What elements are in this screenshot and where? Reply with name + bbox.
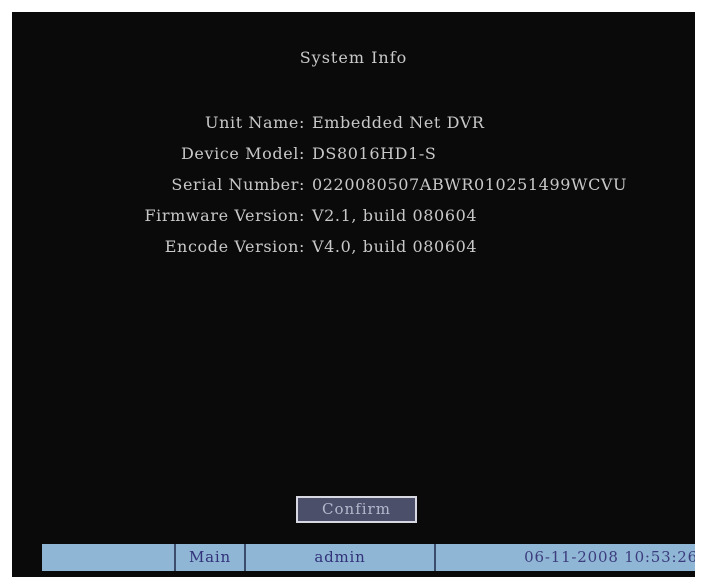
serial-number-value: 0220080507ABWR010251499WCVU [312,175,628,194]
firmware-version-label: Firmware Version: [144,206,305,225]
device-model-value: DS8016HD1-S [312,144,437,163]
page-title: System Info [299,48,408,67]
confirm-button[interactable]: Confirm [296,496,417,523]
info-row-unit-name: Unit Name: Embedded Net DVR [12,107,695,138]
unit-name-value: Embedded Net DVR [312,113,485,132]
status-bar: Main admin 06-11-2008 10:53:26 [42,544,695,571]
system-info-screen: System Info Unit Name: Embedded Net DVR … [12,12,695,577]
serial-number-label: Serial Number: [171,175,305,194]
status-bar-user: admin [244,544,434,571]
info-row-serial-number: Serial Number: 0220080507ABWR010251499WC… [12,169,695,200]
info-list: Unit Name: Embedded Net DVR Device Model… [12,107,695,262]
status-bar-blank-segment [42,544,174,571]
unit-name-label: Unit Name: [205,113,305,132]
status-bar-menu: Main [174,544,244,571]
info-row-encode-version: Encode Version: V4.0, build 080604 [12,231,695,262]
encode-version-value: V4.0, build 080604 [312,237,478,256]
status-bar-datetime: 06-11-2008 10:53:26 [434,544,695,571]
info-row-device-model: Device Model: DS8016HD1-S [12,138,695,169]
device-model-label: Device Model: [180,144,305,163]
encode-version-label: Encode Version: [164,237,305,256]
firmware-version-value: V2.1, build 080604 [312,206,478,225]
info-row-firmware-version: Firmware Version: V2.1, build 080604 [12,200,695,231]
